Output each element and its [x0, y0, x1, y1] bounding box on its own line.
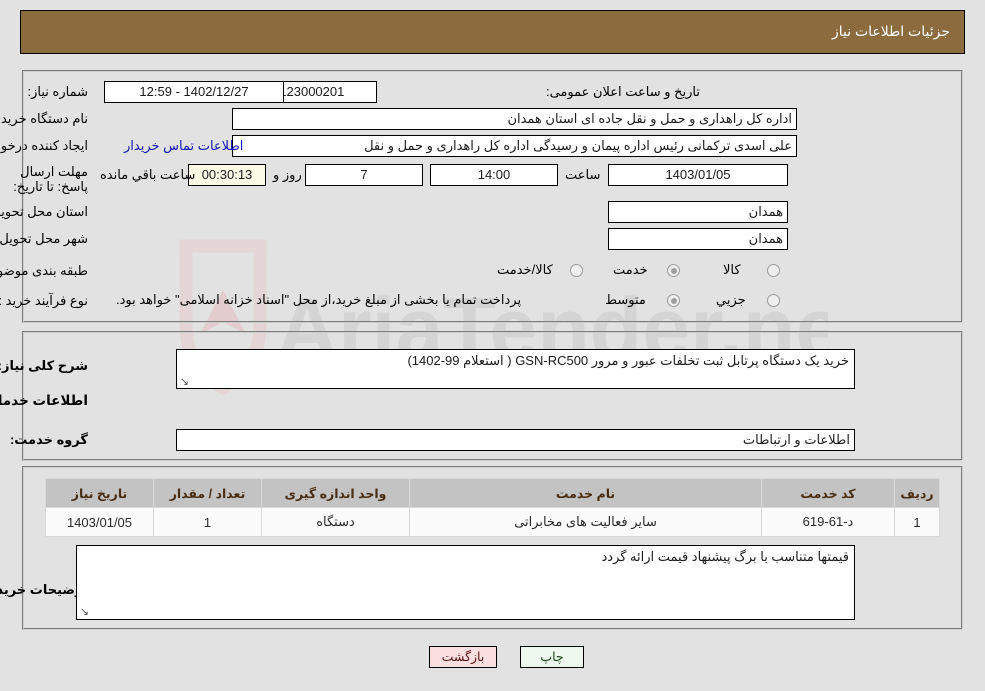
delivery-city-field: همدان [608, 228, 788, 250]
countdown-timer-field: 00:30:13 [188, 164, 266, 186]
delivery-city-label: شهر محل تحویل: [0, 231, 88, 246]
table-header-row: ردیف کد خدمت نام خدمت واحد اندازه گیری ت… [45, 478, 940, 508]
deadline-hour-label: ساعت [565, 167, 601, 182]
requester-label: ایجاد کننده درخواست: [0, 138, 88, 153]
cell-service-code: د-61-619 [761, 507, 895, 537]
deadline-date-field: 1403/01/05 [608, 164, 788, 186]
th-row: ردیف [894, 478, 940, 508]
radio-category-kala-khedmat-label: کالا/خدمت [497, 262, 553, 277]
page-header-bar: جزئیات اطلاعات نیاز [20, 10, 965, 54]
delivery-province-field: همدان [608, 201, 788, 223]
resize-grip-icon[interactable]: ↘ [179, 377, 189, 388]
cell-need-date: 1403/01/05 [45, 507, 154, 537]
th-service-code: کد خدمت [761, 478, 895, 508]
services-table: ردیف کد خدمت نام خدمت واحد اندازه گیری ت… [45, 478, 940, 537]
services-heading: اطلاعات خدمات مورد نیاز [0, 393, 88, 408]
table-row: 1 د-61-619 سایر فعالیت های مخابراتی دستگ… [45, 507, 940, 537]
radio-process-jozei[interactable] [767, 294, 780, 307]
need-number-label: شماره نیاز: [27, 84, 88, 99]
radio-category-kala-khedmat[interactable] [570, 264, 583, 277]
back-button[interactable]: بازگشت [429, 646, 497, 668]
th-quantity: تعداد / مقدار [153, 478, 262, 508]
th-service-name: نام خدمت [409, 478, 762, 508]
th-unit: واحد اندازه گیری [261, 478, 410, 508]
print-button[interactable]: چاپ [520, 646, 584, 668]
requester-field: علی اسدی ترکمانی رئیس اداره پیمان و رسید… [232, 135, 797, 157]
radio-category-khedmat-label: خدمت [613, 262, 648, 277]
summary-textarea[interactable]: خرید یک دستگاه پرتابل ثبت تخلفات عبور و … [176, 349, 855, 389]
buyer-notes-textarea[interactable]: قیمتها متناسب با برگ پیشنهاد قیمت ارائه … [76, 545, 855, 620]
process-note: پرداخت تمام یا بخشی از مبلغ خرید،از محل … [116, 292, 522, 307]
countdown-label: ساعت باقي مانده [100, 167, 196, 182]
delivery-province-label: استان محل تحویل: [0, 204, 88, 219]
th-need-date: تاریخ نیاز [45, 478, 154, 508]
days-label: روز و [273, 167, 302, 182]
radio-category-khedmat[interactable] [667, 264, 680, 277]
deadline-label: مهلت ارسال پاسخ: تا تاریخ: [13, 164, 88, 194]
summary-label: شرح کلی نیاز: [0, 358, 88, 373]
resize-grip-icon-notes[interactable]: ↘ [79, 607, 89, 618]
deadline-hour-field: 14:00 [430, 164, 558, 186]
cell-service-name: سایر فعالیت های مخابراتی [409, 507, 762, 537]
buyer-org-field: اداره کل راهداری و حمل و نقل جاده ای است… [232, 108, 797, 130]
cell-quantity: 1 [153, 507, 262, 537]
buyer-contact-link[interactable]: اطلاعات تماس خریدار [124, 138, 243, 154]
announce-datetime-field: 1402/12/27 - 12:59 [104, 81, 284, 103]
remaining-days-field: 7 [305, 164, 423, 186]
radio-process-motevaset-label: متوسط [605, 292, 646, 307]
announce-datetime-label: تاریخ و ساعت اعلان عمومی: [545, 84, 700, 99]
service-group-label: گروه خدمت: [9, 432, 88, 447]
radio-process-jozei-label: جزيي [716, 292, 746, 307]
radio-category-kala-label: کالا [723, 262, 741, 277]
service-group-field: اطلاعات و ارتباطات [176, 429, 855, 451]
page-title: جزئیات اطلاعات نیاز [831, 23, 950, 39]
buyer-notes-label: توضیحات خریدار: [0, 582, 88, 597]
process-type-label: نوع فرآیند خرید : [0, 293, 88, 308]
radio-process-motevaset[interactable] [667, 294, 680, 307]
category-label: طبقه بندی موضوعی: [0, 263, 88, 278]
buyer-org-label: نام دستگاه خریدار: [0, 111, 88, 126]
cell-unit: دستگاه [261, 507, 410, 537]
radio-category-kala[interactable] [767, 264, 780, 277]
cell-row: 1 [894, 507, 940, 537]
